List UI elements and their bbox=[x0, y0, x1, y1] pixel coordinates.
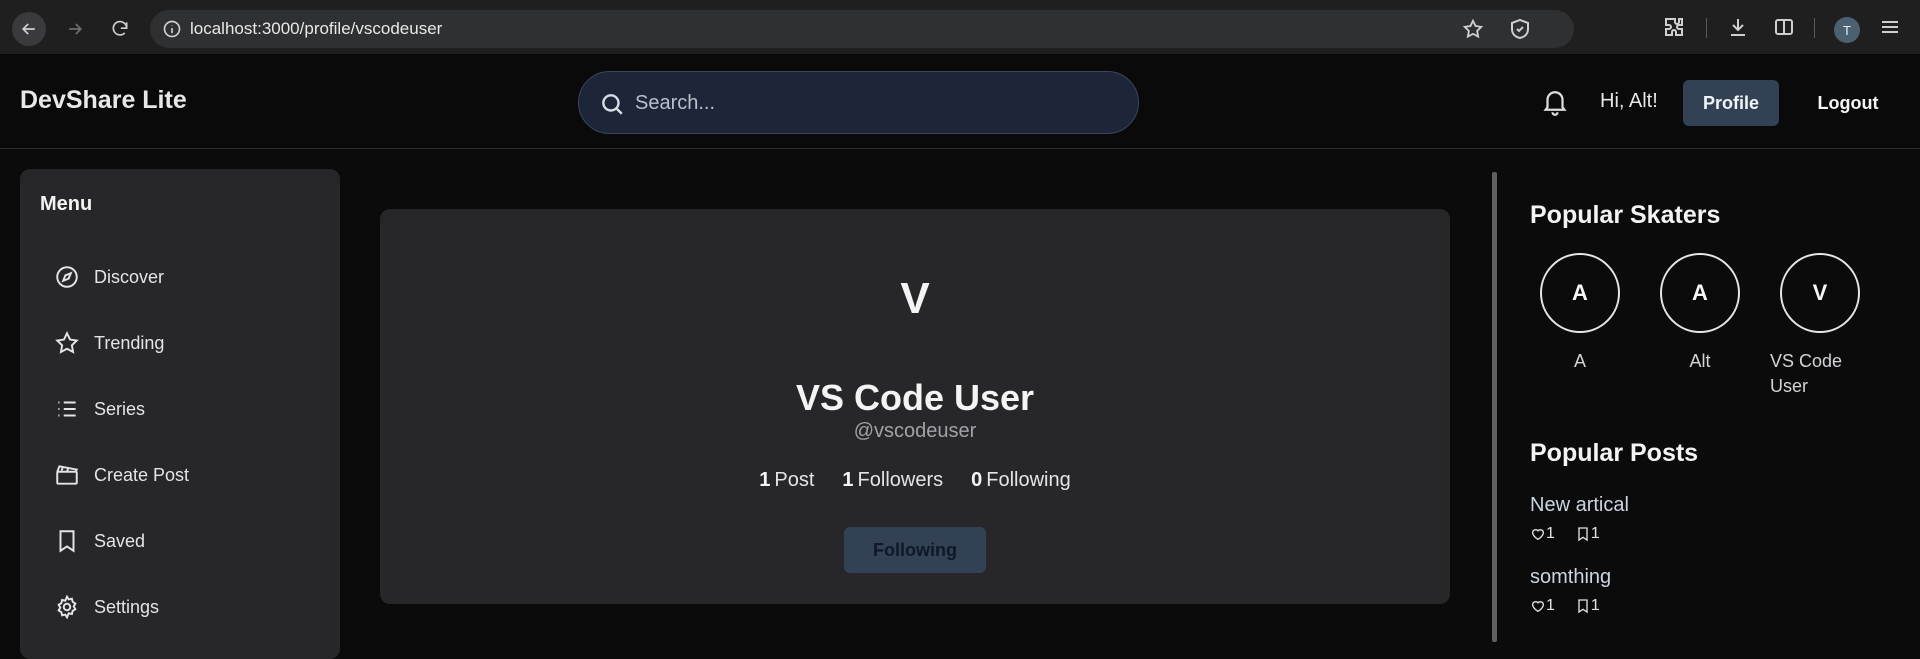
compass-icon bbox=[56, 266, 78, 288]
sidebar-item-label: Series bbox=[94, 398, 146, 419]
followers-stat[interactable]: 1 Followers bbox=[842, 469, 943, 492]
split-view-icon[interactable] bbox=[1772, 15, 1796, 39]
skater-name: A bbox=[1573, 351, 1586, 371]
posts-label: Post bbox=[774, 469, 815, 491]
following-label: Following bbox=[986, 469, 1071, 491]
gear-icon bbox=[57, 594, 77, 620]
save-count-value: 1 bbox=[1590, 525, 1600, 542]
bookmark-icon bbox=[1578, 599, 1588, 614]
like-count: 1 bbox=[1530, 597, 1555, 615]
following-button[interactable]: Following bbox=[844, 527, 986, 573]
bookmark-icon bbox=[1578, 527, 1588, 542]
posts-count: 1 bbox=[759, 469, 771, 491]
user-greeting: Hi, Alt! bbox=[1600, 90, 1658, 112]
sidebar-item-saved[interactable]: Saved bbox=[54, 521, 324, 561]
profile-name: VS Code User bbox=[795, 377, 1035, 418]
toolbar-divider bbox=[1814, 18, 1815, 38]
profile-handle: @vscodeuser bbox=[853, 420, 977, 442]
bell-icon[interactable] bbox=[1540, 86, 1570, 116]
popular-skaters-title: Popular Skaters bbox=[1530, 201, 1721, 229]
toolbar-divider bbox=[1706, 18, 1707, 38]
scrollbar[interactable] bbox=[1492, 172, 1497, 642]
post-meta: 1 1 bbox=[1530, 525, 1629, 543]
sidebar-item-discover[interactable]: Discover bbox=[54, 257, 324, 297]
save-count: 1 bbox=[1575, 597, 1600, 615]
following-stat[interactable]: 0 Following bbox=[971, 469, 1071, 492]
extensions-icon[interactable] bbox=[1662, 15, 1686, 39]
info-icon[interactable] bbox=[162, 19, 182, 39]
skater-card[interactable]: V VS Code User bbox=[1770, 253, 1870, 399]
search-input[interactable] bbox=[635, 86, 1115, 120]
bookmark-star-icon[interactable] bbox=[1462, 18, 1484, 40]
browser-toolbar: localhost:3000/profile/vscodeuser T bbox=[0, 0, 1920, 54]
skater-avatar: A bbox=[1660, 253, 1740, 333]
address-bar[interactable]: localhost:3000/profile/vscodeuser bbox=[150, 10, 1574, 48]
skater-avatar: V bbox=[1780, 253, 1860, 333]
shield-icon[interactable] bbox=[1508, 17, 1532, 41]
following-count: 0 bbox=[971, 469, 983, 491]
save-count-value: 1 bbox=[1590, 597, 1600, 614]
search-icon bbox=[602, 94, 623, 115]
app-header: DevShare Lite Hi, Alt! Profile Logout bbox=[0, 54, 1920, 149]
skater-name: VS Code User bbox=[1770, 351, 1843, 396]
sidebar-item-label: Saved bbox=[94, 530, 146, 551]
reload-button[interactable] bbox=[103, 12, 137, 46]
skater-avatar: A bbox=[1540, 253, 1620, 333]
profile-card: V VS Code User @vscodeuser 1 Post 1 Follow… bbox=[380, 209, 1450, 604]
profile-stats: 1 Post 1 Followers 0 Following bbox=[380, 469, 1450, 492]
sidebar-item-series[interactable]: Series bbox=[54, 389, 324, 429]
posts-stat[interactable]: 1 Post bbox=[759, 469, 814, 492]
brand-logo[interactable]: DevShare Lite bbox=[20, 86, 187, 115]
url-text[interactable]: localhost:3000/profile/vscodeuser bbox=[190, 19, 442, 39]
sidebar-item-trending[interactable]: Trending bbox=[54, 323, 324, 363]
sidebar-item-settings[interactable]: Settings bbox=[54, 587, 324, 627]
popular-post: New artical 1 1 bbox=[1530, 494, 1629, 543]
followers-count: 1 bbox=[842, 469, 854, 491]
profile-avatar: V bbox=[900, 274, 930, 323]
reload-icon bbox=[112, 20, 128, 36]
sidebar-item-label: Discover bbox=[94, 266, 165, 287]
skater-card[interactable]: A A bbox=[1530, 253, 1630, 374]
skater-card[interactable]: A Alt bbox=[1650, 253, 1750, 374]
browser-profile-avatar[interactable]: T bbox=[1834, 17, 1860, 43]
clapperboard-icon bbox=[56, 465, 79, 485]
sidebar-item-label: Trending bbox=[94, 332, 165, 353]
list-icon bbox=[58, 401, 76, 417]
popular-post: somthing 1 1 bbox=[1530, 566, 1620, 615]
heart-icon bbox=[1531, 529, 1545, 541]
sidebar-item-label: Settings bbox=[94, 596, 160, 617]
logout-button[interactable]: Logout bbox=[1800, 80, 1896, 126]
sidebar-item-label: Create Post bbox=[94, 464, 190, 485]
download-icon[interactable] bbox=[1726, 15, 1750, 39]
sidebar-item-create-post[interactable]: Create Post bbox=[54, 455, 324, 495]
popular-posts-title: Popular Posts bbox=[1530, 439, 1699, 467]
back-button[interactable] bbox=[12, 12, 46, 46]
skater-name: Alt bbox=[1689, 351, 1711, 371]
arrow-left-icon bbox=[21, 23, 35, 35]
post-title-link[interactable]: somthing bbox=[1530, 566, 1620, 589]
sidebar-menu: Menu Discover Trending Series Create Pos… bbox=[20, 169, 340, 659]
post-title-link[interactable]: New artical bbox=[1530, 494, 1629, 517]
post-meta: 1 1 bbox=[1530, 597, 1620, 615]
search-bar[interactable] bbox=[578, 71, 1139, 134]
like-count-value: 1 bbox=[1546, 525, 1555, 542]
forward-button[interactable] bbox=[58, 12, 92, 46]
heart-icon bbox=[1531, 601, 1545, 613]
star-icon bbox=[55, 331, 79, 354]
menu-icon[interactable] bbox=[1878, 15, 1902, 39]
profile-button[interactable]: Profile bbox=[1683, 80, 1779, 126]
menu-title: Menu bbox=[40, 193, 93, 215]
bookmark-icon bbox=[59, 530, 75, 553]
followers-label: Followers bbox=[857, 469, 944, 491]
like-count: 1 bbox=[1530, 525, 1555, 543]
save-count: 1 bbox=[1575, 525, 1600, 543]
arrow-right-icon bbox=[69, 23, 83, 35]
like-count-value: 1 bbox=[1546, 597, 1555, 614]
